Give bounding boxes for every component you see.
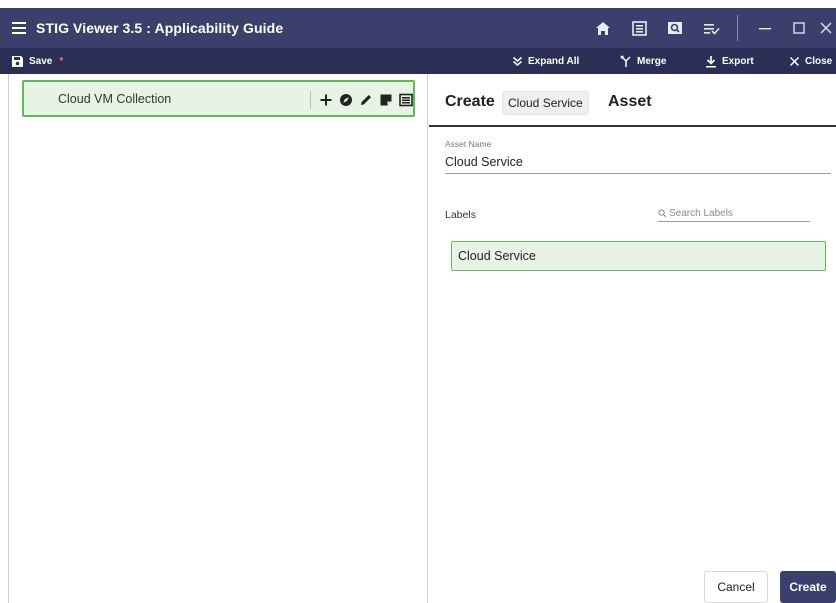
create-asset-pane: Create Cloud Service Asset Asset Name Cl… [429, 74, 836, 603]
tree-item-label: Cloud VM Collection [58, 92, 172, 106]
list-icon[interactable] [398, 91, 414, 109]
toolbar: Save * Expand All Merge Export Close [0, 48, 836, 74]
search-icon [658, 209, 667, 217]
close-button[interactable]: Close [789, 48, 832, 74]
merge-icon [620, 55, 631, 67]
compass-icon[interactable] [338, 91, 354, 109]
asset-type-chip: Cloud Service [502, 91, 589, 115]
merge-button[interactable]: Merge [620, 48, 666, 74]
title-bar: STIG Viewer 3.5 : Applicability Guide [0, 8, 836, 48]
close-icon [789, 56, 800, 66]
labels-title: Labels [445, 209, 476, 221]
expand-all-button[interactable]: Expand All [512, 48, 579, 74]
tree-pane: Cloud VM Collection [8, 74, 428, 603]
header-suffix: Asset [608, 93, 652, 110]
label-item-text: Cloud Service [458, 249, 536, 263]
merge-label: Merge [637, 55, 667, 67]
maximize-icon[interactable] [782, 8, 816, 48]
titlebar-controls [585, 8, 836, 48]
download-icon [706, 55, 716, 67]
search-panel-icon[interactable] [662, 8, 688, 48]
export-label: Export [722, 55, 754, 67]
save-button[interactable]: Save * [11, 48, 63, 74]
label-item[interactable]: Cloud Service [451, 241, 826, 271]
pencil-icon[interactable] [358, 91, 374, 109]
titlebar-separator [737, 15, 738, 41]
hamburger-menu-icon[interactable] [2, 8, 36, 48]
tree-item-actions [310, 88, 414, 112]
add-icon[interactable] [318, 91, 334, 109]
export-button[interactable]: Export [705, 48, 754, 74]
asset-name-underline [445, 173, 831, 174]
actions-divider [310, 91, 311, 109]
cancel-button[interactable]: Cancel [704, 571, 768, 603]
search-labels-input[interactable]: Search Labels [658, 205, 810, 222]
asset-name-label: Asset Name [445, 139, 492, 149]
window-close-icon[interactable] [816, 8, 836, 48]
tree-item-collection[interactable]: Cloud VM Collection [22, 80, 415, 117]
header-prefix: Create [445, 93, 495, 110]
playlist-check-icon[interactable] [698, 8, 724, 48]
home-icon[interactable] [590, 8, 616, 48]
minimize-icon[interactable] [748, 8, 782, 48]
checklist-icon[interactable] [626, 8, 652, 48]
expand-all-label: Expand All [528, 55, 580, 67]
search-labels-placeholder: Search Labels [669, 207, 733, 219]
form-header: Create Cloud Service Asset [429, 74, 836, 127]
double-chevron-down-icon [513, 56, 522, 66]
close-label: Close [805, 55, 833, 67]
create-button[interactable]: Create [780, 571, 836, 603]
asset-name-input[interactable]: Cloud Service [445, 155, 523, 169]
note-icon[interactable] [378, 91, 394, 109]
unsaved-marker: * [59, 55, 64, 67]
save-icon [12, 55, 23, 67]
save-label: Save [29, 55, 53, 67]
window-title: STIG Viewer 3.5 : Applicability Guide [36, 20, 284, 36]
